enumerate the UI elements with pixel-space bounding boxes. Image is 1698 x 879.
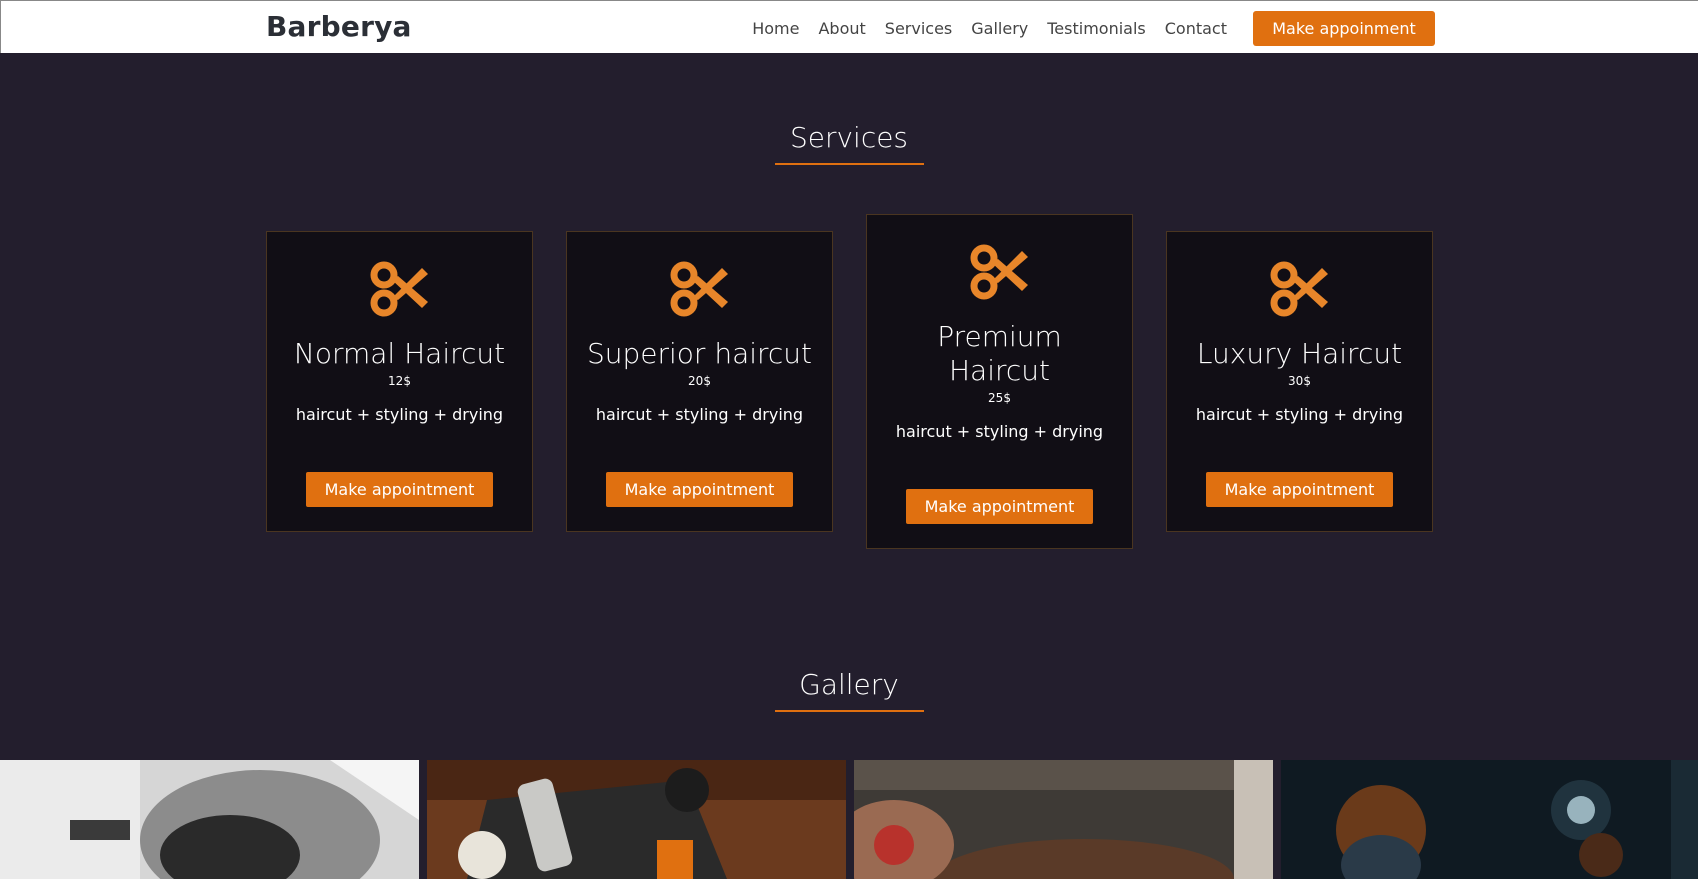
gallery-photo xyxy=(854,760,1273,879)
scissors-icon xyxy=(670,261,728,317)
gallery-photo xyxy=(1281,760,1698,879)
service-card-luxury: Luxury Haircut 30$ haircut + styling + d… xyxy=(1166,231,1433,532)
make-appointment-button[interactable]: Make appointment xyxy=(606,472,793,507)
service-price: 25$ xyxy=(988,391,1011,405)
make-appointment-button[interactable]: Make appointment xyxy=(1206,472,1393,507)
make-appointment-button[interactable]: Make appointment xyxy=(306,472,493,507)
services-title: Services xyxy=(789,121,909,154)
gallery-photo xyxy=(427,760,846,879)
service-description: haircut + styling + drying xyxy=(895,422,1104,441)
gallery-image-tattoo[interactable] xyxy=(854,760,1273,879)
service-name: Premium Haircut xyxy=(937,320,1062,387)
services-title-underline xyxy=(775,163,924,165)
gallery-photo xyxy=(0,760,419,879)
service-card-premium: Premium Haircut 25$ haircut + styling + … xyxy=(866,214,1133,549)
service-description: haircut + styling + drying xyxy=(595,405,804,424)
scissors-icon xyxy=(970,244,1028,300)
nav-link-about[interactable]: About xyxy=(818,19,865,38)
scissors-icon xyxy=(370,261,428,317)
nav-links: Home About Services Gallery Testimonials… xyxy=(752,19,1227,38)
service-description: haircut + styling + drying xyxy=(1195,405,1404,424)
scissors-icon xyxy=(1270,261,1328,317)
service-card-normal: Normal Haircut 12$ haircut + styling + d… xyxy=(266,231,533,532)
service-name: Superior haircut xyxy=(586,337,813,370)
make-appointment-nav-button[interactable]: Make appoinment xyxy=(1253,11,1435,46)
service-price: 30$ xyxy=(1288,374,1311,388)
navbar: Barberya Home About Services Gallery Tes… xyxy=(0,0,1698,53)
service-name: Luxury Haircut xyxy=(1196,337,1403,370)
nav-link-home[interactable]: Home xyxy=(752,19,799,38)
gallery-image-beard[interactable] xyxy=(0,760,419,879)
nav-link-testimonials[interactable]: Testimonials xyxy=(1047,19,1146,38)
make-appointment-button[interactable]: Make appointment xyxy=(906,489,1093,524)
gallery-image-tools[interactable] xyxy=(427,760,846,879)
nav-link-gallery[interactable]: Gallery xyxy=(971,19,1028,38)
service-description: haircut + styling + drying xyxy=(295,405,504,424)
brand-logo[interactable]: Barberya xyxy=(266,10,412,43)
gallery-title: Gallery xyxy=(799,668,899,701)
gallery-title-underline xyxy=(775,710,924,712)
service-card-superior: Superior haircut 20$ haircut + styling +… xyxy=(566,231,833,532)
service-name: Normal Haircut xyxy=(293,337,506,370)
nav-link-services[interactable]: Services xyxy=(885,19,952,38)
service-price: 12$ xyxy=(388,374,411,388)
service-price: 20$ xyxy=(688,374,711,388)
gallery-image-barber[interactable] xyxy=(1281,760,1698,879)
nav-link-contact[interactable]: Contact xyxy=(1165,19,1227,38)
